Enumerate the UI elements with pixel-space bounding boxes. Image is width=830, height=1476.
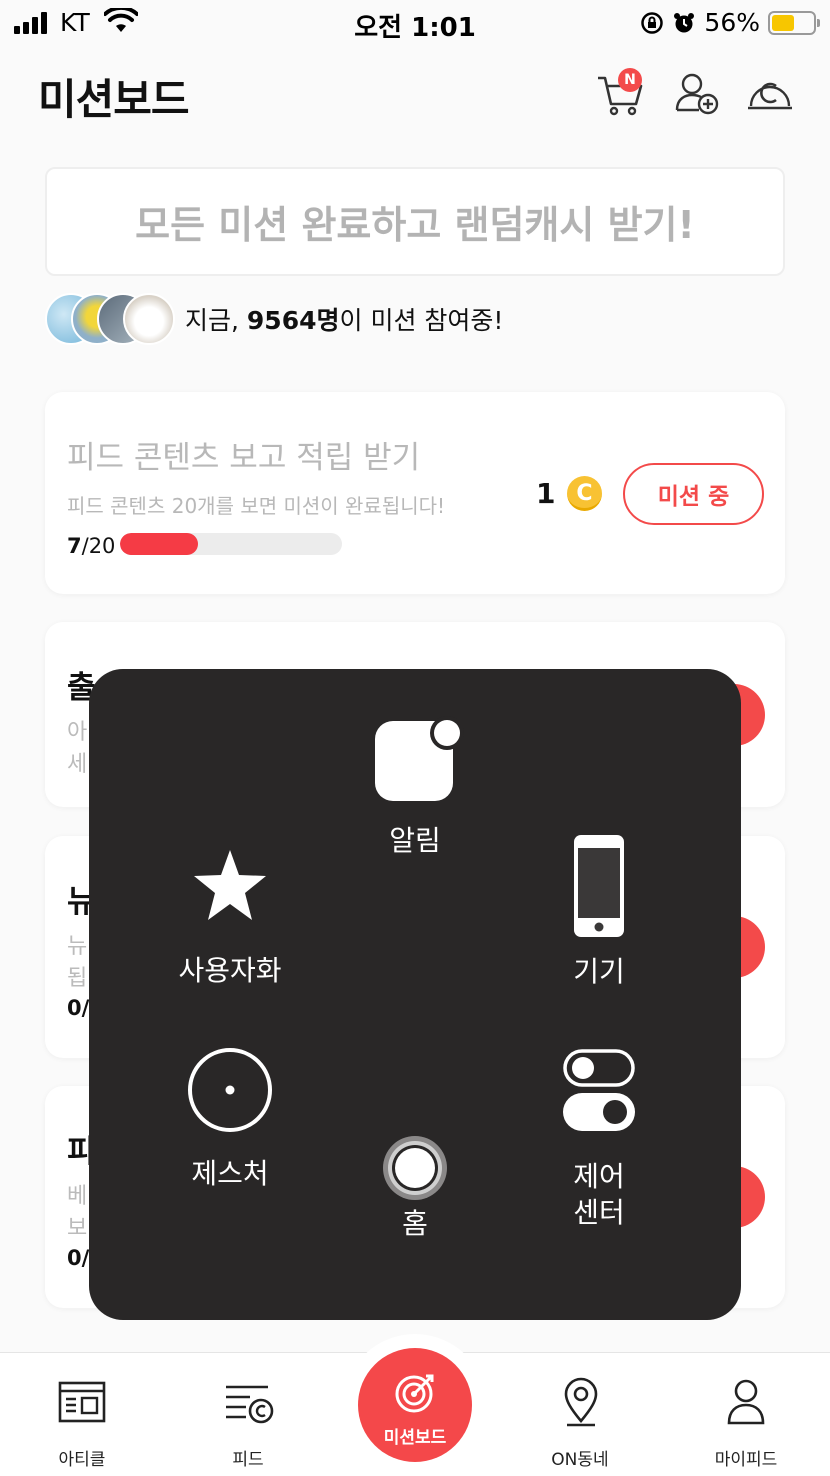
mission-description: 보 [67,1216,88,1241]
tab-mission-board[interactable]: 미션보드 [358,1348,472,1462]
tab-article-label: 아티클 [58,1450,106,1470]
home-label: 홈 [402,1207,428,1240]
mission-card[interactable]: 피드 콘텐츠 보고 적립 받기 피드 콘텐츠 20개를 보면 미션이 완료됩니다… [45,392,785,594]
mission-status-button[interactable]: 미션 중 [623,463,764,525]
device-item[interactable]: 기기 [539,834,659,994]
toggle-icon [563,1049,635,1131]
participants-text: 지금, 9564명이 미션 참여중! [185,306,504,335]
battery-percent: 56% [704,8,760,37]
gestures-label: 제스처 [191,1157,269,1190]
custom-label: 사용자화 [178,954,282,987]
mission-description: 세 [67,752,88,777]
cash-icon[interactable] [744,68,796,120]
participants-row: 지금, 9564명이 미션 참여중! [45,292,503,346]
add-friend-icon[interactable] [672,68,724,120]
avatar [123,293,175,345]
device-label: 기기 [573,955,625,988]
profile-icon [727,1379,765,1425]
progress-bar [120,533,342,555]
control-center-label-line1: 제어 [573,1160,625,1193]
notification-icon [375,716,464,801]
target-icon [395,1374,434,1413]
mission-description: 뉴 [67,934,88,959]
coin-icon: C [567,476,602,511]
reward-amount: 1 [536,477,556,510]
status-bar: KT 오전 1:01 56% [0,0,830,48]
tab-article[interactable]: 아티클 [22,1353,142,1476]
home-item[interactable]: 홈 [365,1134,465,1284]
tab-feed-label: 피드 [232,1450,264,1470]
phone-icon [574,835,624,937]
mission-description: 아 [67,720,88,745]
tab-feed[interactable]: 피드 [188,1353,308,1476]
custom-item[interactable]: 사용자화 [165,847,295,997]
orientation-lock-icon [641,11,664,34]
tab-on-neighborhood[interactable]: ON동네 [520,1353,640,1476]
random-cash-banner[interactable]: 모든 미션 완료하고 랜덤캐시 받기! [45,167,785,276]
feed-icon [226,1385,274,1424]
assistive-touch-menu: 알림 사용자화 기기 제스처 홈 제어 센터 [89,669,741,1320]
star-icon [194,850,266,920]
mission-description: 됩 [67,966,88,991]
alarm-icon [674,12,695,32]
status-right: 56% [640,8,820,37]
notifications-item[interactable]: 알림 [359,709,471,857]
mission-description: 베 [67,1184,88,1209]
home-icon [383,1136,447,1200]
progress-fill [120,533,198,555]
control-center-label-line2: 센터 [573,1196,625,1229]
mission-description: 피드 콘텐츠 20개를 보면 미션이 완료됩니다! [67,494,446,518]
article-icon [58,1381,106,1423]
progress-count: 7/20 [67,534,116,558]
cart-badge: N [618,68,642,92]
battery-icon [768,10,820,35]
control-center-item[interactable]: 제어 센터 [537,1049,661,1229]
tab-my-feed[interactable]: 마이피드 [686,1353,806,1476]
tab-mission-board-label: 미션보드 [383,1428,447,1448]
gesture-icon [188,1048,272,1132]
tab-on-neighborhood-label: ON동네 [551,1450,609,1470]
progress-count: 0/ [67,1246,90,1270]
tab-my-feed-label: 마이피드 [714,1450,778,1470]
page-title: 미션보드 [38,75,190,124]
progress-count: 0/ [67,996,90,1020]
gestures-item[interactable]: 제스처 [175,1044,285,1204]
location-pin-icon [564,1377,598,1427]
mission-title: 피드 콘텐츠 보고 적립 받기 [67,440,421,476]
notifications-label: 알림 [389,824,441,857]
